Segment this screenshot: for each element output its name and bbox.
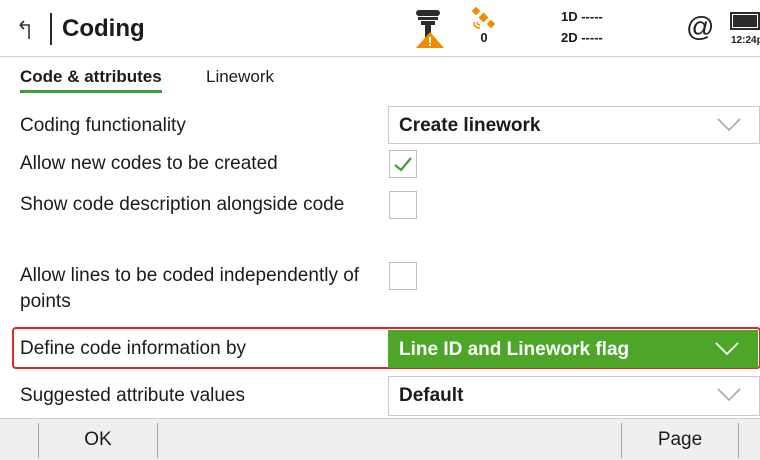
- define-code-info-dropdown[interactable]: Line ID and Linework flag: [388, 330, 758, 368]
- allow-new-codes-checkbox[interactable]: [389, 150, 417, 178]
- page-button[interactable]: Page: [622, 419, 738, 460]
- suggested-attribute-dropdown[interactable]: Default: [388, 376, 760, 416]
- precision-2d[interactable]: 2D -----: [561, 30, 603, 45]
- allow-new-codes-label: Allow new codes to be created: [20, 153, 278, 174]
- suggested-attribute-label: Suggested attribute values: [20, 385, 245, 406]
- coding-functionality-label: Coding functionality: [20, 115, 186, 136]
- chevron-down-icon: [717, 388, 741, 402]
- receiver-warning-icon[interactable]: [412, 8, 448, 50]
- tab-bar: Code & attributes Linework: [0, 56, 760, 93]
- softkey-bar: OK Page: [0, 418, 760, 460]
- page-title: Coding: [62, 15, 145, 42]
- define-code-info-label: Define code information by: [20, 338, 247, 359]
- title-bar: Coding 0 1D ----- 2D ----- @ 12:24pm: [0, 0, 760, 57]
- allow-lines-independent-checkbox[interactable]: [389, 262, 417, 290]
- define-code-info-value: Line ID and Linework flag: [399, 339, 630, 360]
- ok-button[interactable]: OK: [39, 419, 157, 460]
- tab-linework[interactable]: Linework: [206, 66, 274, 88]
- suggested-attribute-value: Default: [399, 385, 464, 406]
- clock: 12:24pm: [731, 35, 760, 46]
- coding-functionality-value: Create linework: [399, 115, 541, 136]
- precision-1d[interactable]: 1D -----: [561, 9, 603, 24]
- softkey-divider: [738, 423, 739, 458]
- tab-code-attributes[interactable]: Code & attributes: [20, 66, 162, 93]
- show-description-checkbox[interactable]: [389, 191, 417, 219]
- back-arrow-icon: [19, 20, 30, 39]
- title-separator: [50, 13, 52, 45]
- coding-functionality-dropdown[interactable]: Create linework: [388, 106, 760, 144]
- chevron-down-icon: [717, 118, 741, 132]
- show-description-label: Show code description alongside code: [20, 194, 345, 215]
- allow-lines-independent-label: Allow lines to be coded independently of…: [20, 265, 360, 312]
- battery-icon[interactable]: [730, 12, 760, 30]
- softkey-divider: [157, 423, 158, 458]
- chevron-down-icon: [715, 342, 739, 356]
- back-button[interactable]: [6, 10, 46, 50]
- satellite-icon[interactable]: [470, 6, 498, 32]
- checkmark-icon: [394, 157, 412, 172]
- at-icon[interactable]: @: [686, 12, 714, 42]
- satellite-count: 0: [480, 30, 488, 45]
